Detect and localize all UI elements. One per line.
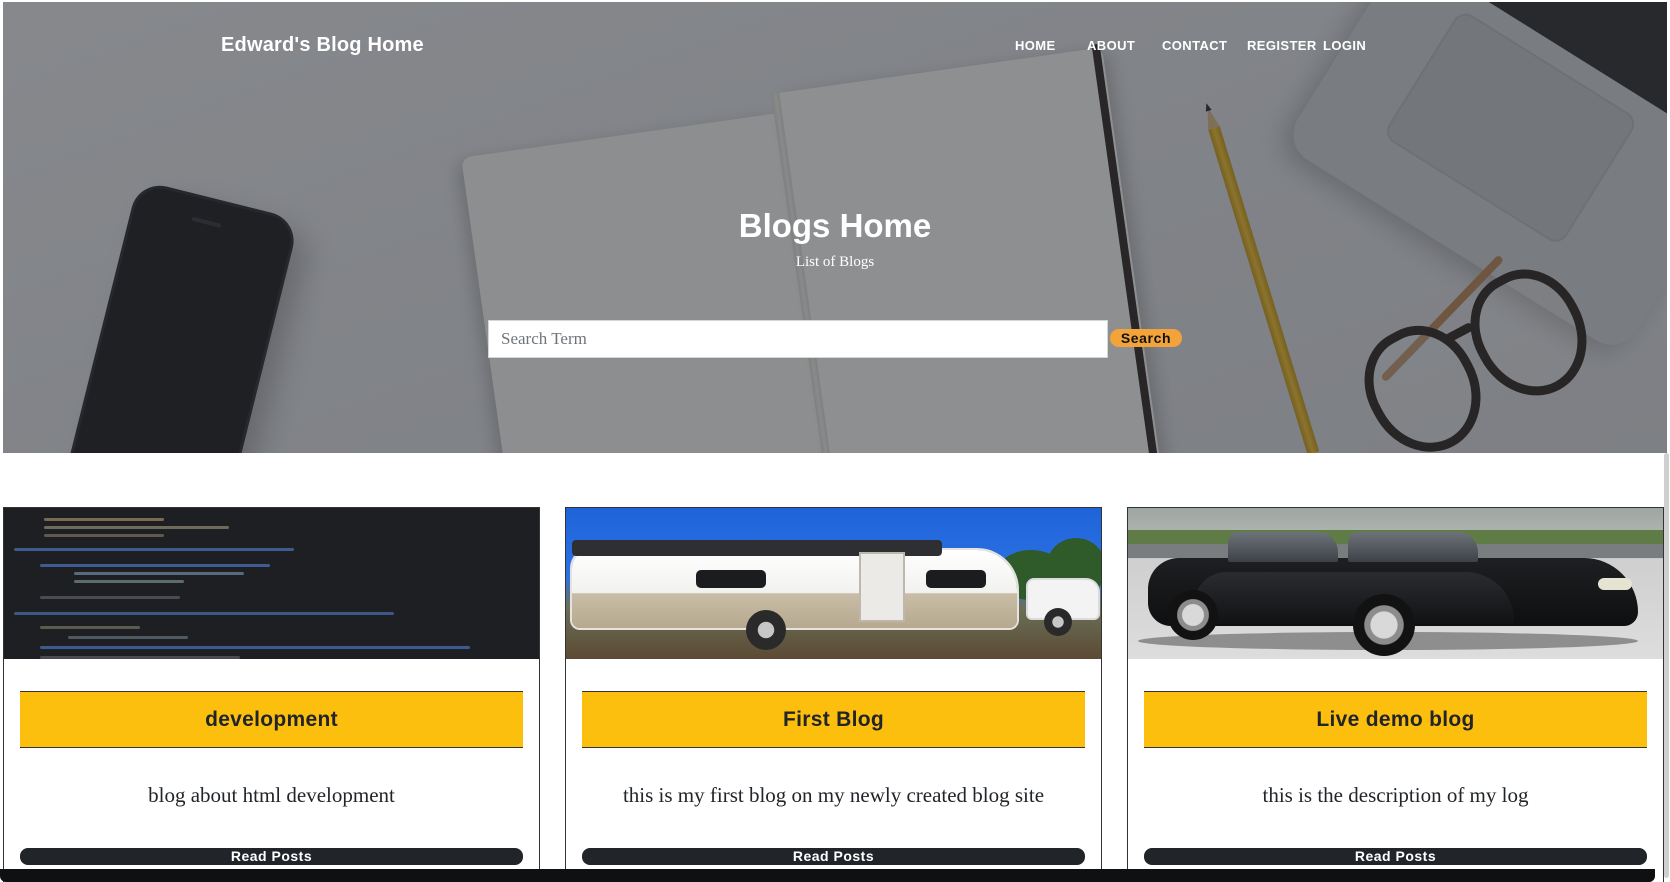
car-wheel xyxy=(1168,590,1218,640)
code-line xyxy=(44,518,164,521)
blog-card-live-demo: Live demo blog this is the description o… xyxy=(1127,507,1664,882)
blog-title-bar: Live demo blog xyxy=(1144,691,1647,748)
search-input[interactable] xyxy=(488,320,1108,358)
code-line xyxy=(44,534,164,537)
nav-link-login[interactable]: Login xyxy=(1323,38,1366,53)
page-title: Blogs Home xyxy=(738,207,932,244)
blog-description: this is my first blog on my newly create… xyxy=(622,783,1045,807)
hero-heading: Blogs Home List of Blogs xyxy=(3,206,1667,271)
blog-card-first-blog: First Blog this is my first blog on my n… xyxy=(565,507,1102,882)
camper-body xyxy=(572,550,1017,628)
camper-door xyxy=(859,552,905,622)
black-car-image xyxy=(1128,508,1663,659)
code-line xyxy=(74,580,184,583)
code-line xyxy=(40,596,180,599)
read-posts-button[interactable]: Read Posts xyxy=(1144,848,1647,865)
search-button[interactable]: Search xyxy=(1110,329,1182,347)
nav-link-about[interactable]: About xyxy=(1087,38,1135,53)
nav-link-home[interactable]: Home xyxy=(1015,38,1056,53)
car-headlight xyxy=(1598,578,1632,590)
code-line xyxy=(44,526,229,529)
window-bottom-bar xyxy=(0,869,1655,882)
truck-wheel xyxy=(1044,608,1072,636)
code-line xyxy=(68,636,188,639)
nav-link-contact[interactable]: Contact xyxy=(1162,38,1227,53)
blog-card-development: development blog about html development … xyxy=(3,507,540,882)
masthead: Edward's Blog Home Home About Contact Re… xyxy=(3,2,1667,453)
camper-wheel xyxy=(746,610,786,650)
camper-trailer-image xyxy=(566,508,1101,659)
camper-window xyxy=(696,570,766,588)
blog-title-bar: development xyxy=(20,691,523,748)
code-line xyxy=(40,626,140,629)
read-posts-button[interactable]: Read Posts xyxy=(582,848,1085,865)
blog-title-bar: First Blog xyxy=(582,691,1085,748)
read-posts-button[interactable]: Read Posts xyxy=(20,848,523,865)
car-window xyxy=(1348,532,1478,562)
car-wheel xyxy=(1353,594,1415,656)
blog-description: blog about html development xyxy=(148,783,395,807)
nav-link-register[interactable]: Register xyxy=(1247,38,1317,53)
main-navbar: Edward's Blog Home Home About Contact Re… xyxy=(3,2,1667,92)
camper-window xyxy=(926,570,986,588)
code-screenshot-image xyxy=(4,508,539,659)
blog-title: development xyxy=(205,707,338,731)
code-line xyxy=(40,564,270,567)
nav-links: Home About Contact Register Login xyxy=(3,38,1667,58)
code-line xyxy=(14,612,394,615)
code-line xyxy=(40,656,240,659)
blog-title: Live demo blog xyxy=(1316,707,1475,731)
code-line xyxy=(74,572,244,575)
page-scrollbar[interactable] xyxy=(1664,453,1669,878)
page-subtitle: List of Blogs xyxy=(795,254,875,270)
car-window xyxy=(1228,532,1338,562)
code-line xyxy=(40,646,470,649)
blog-title: First Blog xyxy=(783,707,884,731)
blog-description: this is the description of my log xyxy=(1262,783,1529,807)
code-line xyxy=(14,548,294,551)
